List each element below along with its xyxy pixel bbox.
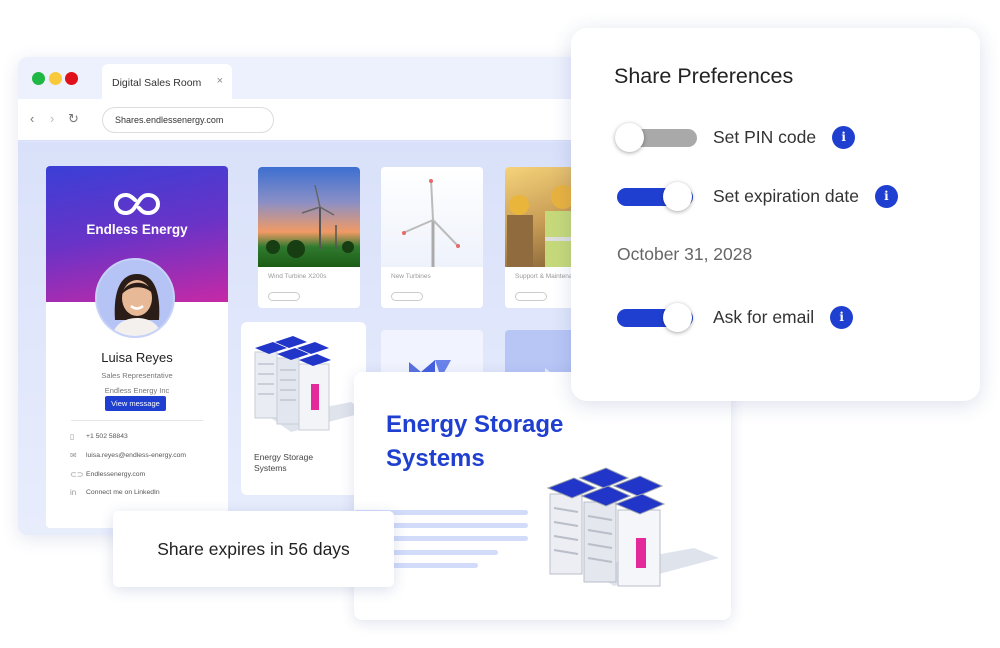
contact-text: Connect me on LinkedIn [86,489,160,496]
share-preferences-panel: Share Preferences Set PIN code i Set exp… [571,28,980,401]
turbine-silhouette-icon [266,184,354,258]
feature-title-line2: Systems [386,445,485,472]
battery-storage-illustration-icon [546,467,719,587]
browser-navbar: ‹ › ↻ Shares.endlessenergy.com [18,99,598,141]
tile-button[interactable] [391,292,423,301]
back-icon[interactable]: ‹ [30,111,34,126]
browser-titlebar: Digital Sales Room × [18,57,598,100]
window-minimize-button[interactable] [49,72,62,85]
contact-linkedin[interactable]: in Connect me on LinkedIn [70,488,160,497]
pin-code-label: Set PIN code [713,126,817,147]
expiration-date-label: Set expiration date [713,185,859,206]
expiration-date-value[interactable]: October 31, 2028 [617,244,752,265]
view-message-button[interactable]: View message [105,396,166,411]
person-title: Sales Representative [101,371,173,380]
person-photo-icon [97,260,173,336]
address-bar[interactable]: Shares.endlessenergy.com [102,107,274,133]
person-name: Luisa Reyes [101,350,173,365]
tile-caption: Wind Turbine X200s [268,273,327,280]
info-icon[interactable]: i [832,125,856,149]
info-icon[interactable]: i [830,305,854,329]
tab-title: Digital Sales Room [112,77,202,89]
window-maximize-button[interactable] [32,72,45,85]
ask-email-toggle[interactable] [615,302,693,332]
brand-name: Endless Energy [86,222,188,237]
reload-icon[interactable]: ↻ [68,111,79,127]
infinity-logo-icon [114,192,160,216]
new-turbine-image [381,167,483,267]
contact-email[interactable]: ✉ luisa.reyes@endless-energy.com [70,451,186,460]
contact-phone[interactable]: ▯ +1 502 58843 [70,432,128,441]
pref-row-expiration-date: Set expiration date i [615,181,898,211]
pref-row-pin-code: Set PIN code i [615,122,856,152]
expiration-date-toggle[interactable] [615,181,693,211]
tab-close-icon[interactable]: × [217,75,223,87]
person-company: Endless Energy Inc [104,386,170,395]
contact-text: +1 502 58843 [86,433,128,440]
profile-card: Endless Energy Luisa Reyes Sales Represe… [46,166,228,528]
linkedin-icon: in [70,488,77,497]
forward-icon[interactable]: › [50,111,54,126]
toggle-knob[interactable] [663,182,692,211]
phone-icon: ▯ [70,432,75,441]
tile-button[interactable] [268,292,300,301]
avatar [95,258,175,338]
wind-turbine-image [258,167,360,267]
link-icon: ⊂⊃ [70,470,84,479]
browser-tab[interactable]: Digital Sales Room × [102,64,232,100]
tile-caption: New Turbines [391,273,431,280]
share-expiry-toast: Share expires in 56 days [113,511,394,587]
energy-storage-feature-card[interactable]: Energy Storage Systems [354,372,731,620]
toggle-knob[interactable] [663,303,692,332]
toggle-knob[interactable] [615,123,644,152]
panel-title: Share Preferences [614,64,794,88]
turbine-icon [402,178,460,267]
feature-title-line1: Energy Storage [386,411,564,438]
battery-storage-icon [254,336,366,432]
contact-text: Endlessenergy.com [86,471,146,478]
mail-icon: ✉ [70,451,77,460]
contact-text: luisa.reyes@endless-energy.com [86,452,187,459]
tile-caption: Energy Storage Systems [254,452,314,473]
feature-title: Energy Storage Systems [386,408,563,476]
content-tile-new-turbines[interactable]: New Turbines [381,167,483,308]
content-tile-wind-turbine[interactable]: Wind Turbine X200s [258,167,360,308]
tile-button[interactable] [515,292,547,301]
pin-code-toggle[interactable] [615,122,697,152]
divider [71,420,203,421]
contact-website[interactable]: ⊂⊃ Endlessenergy.com [70,470,145,479]
pref-row-ask-email: Ask for email i [615,302,854,332]
window-close-button[interactable] [65,72,78,85]
content-tile-energy-storage[interactable]: Energy Storage Systems [241,322,366,495]
ask-email-label: Ask for email [713,306,815,327]
info-icon[interactable]: i [874,184,898,208]
